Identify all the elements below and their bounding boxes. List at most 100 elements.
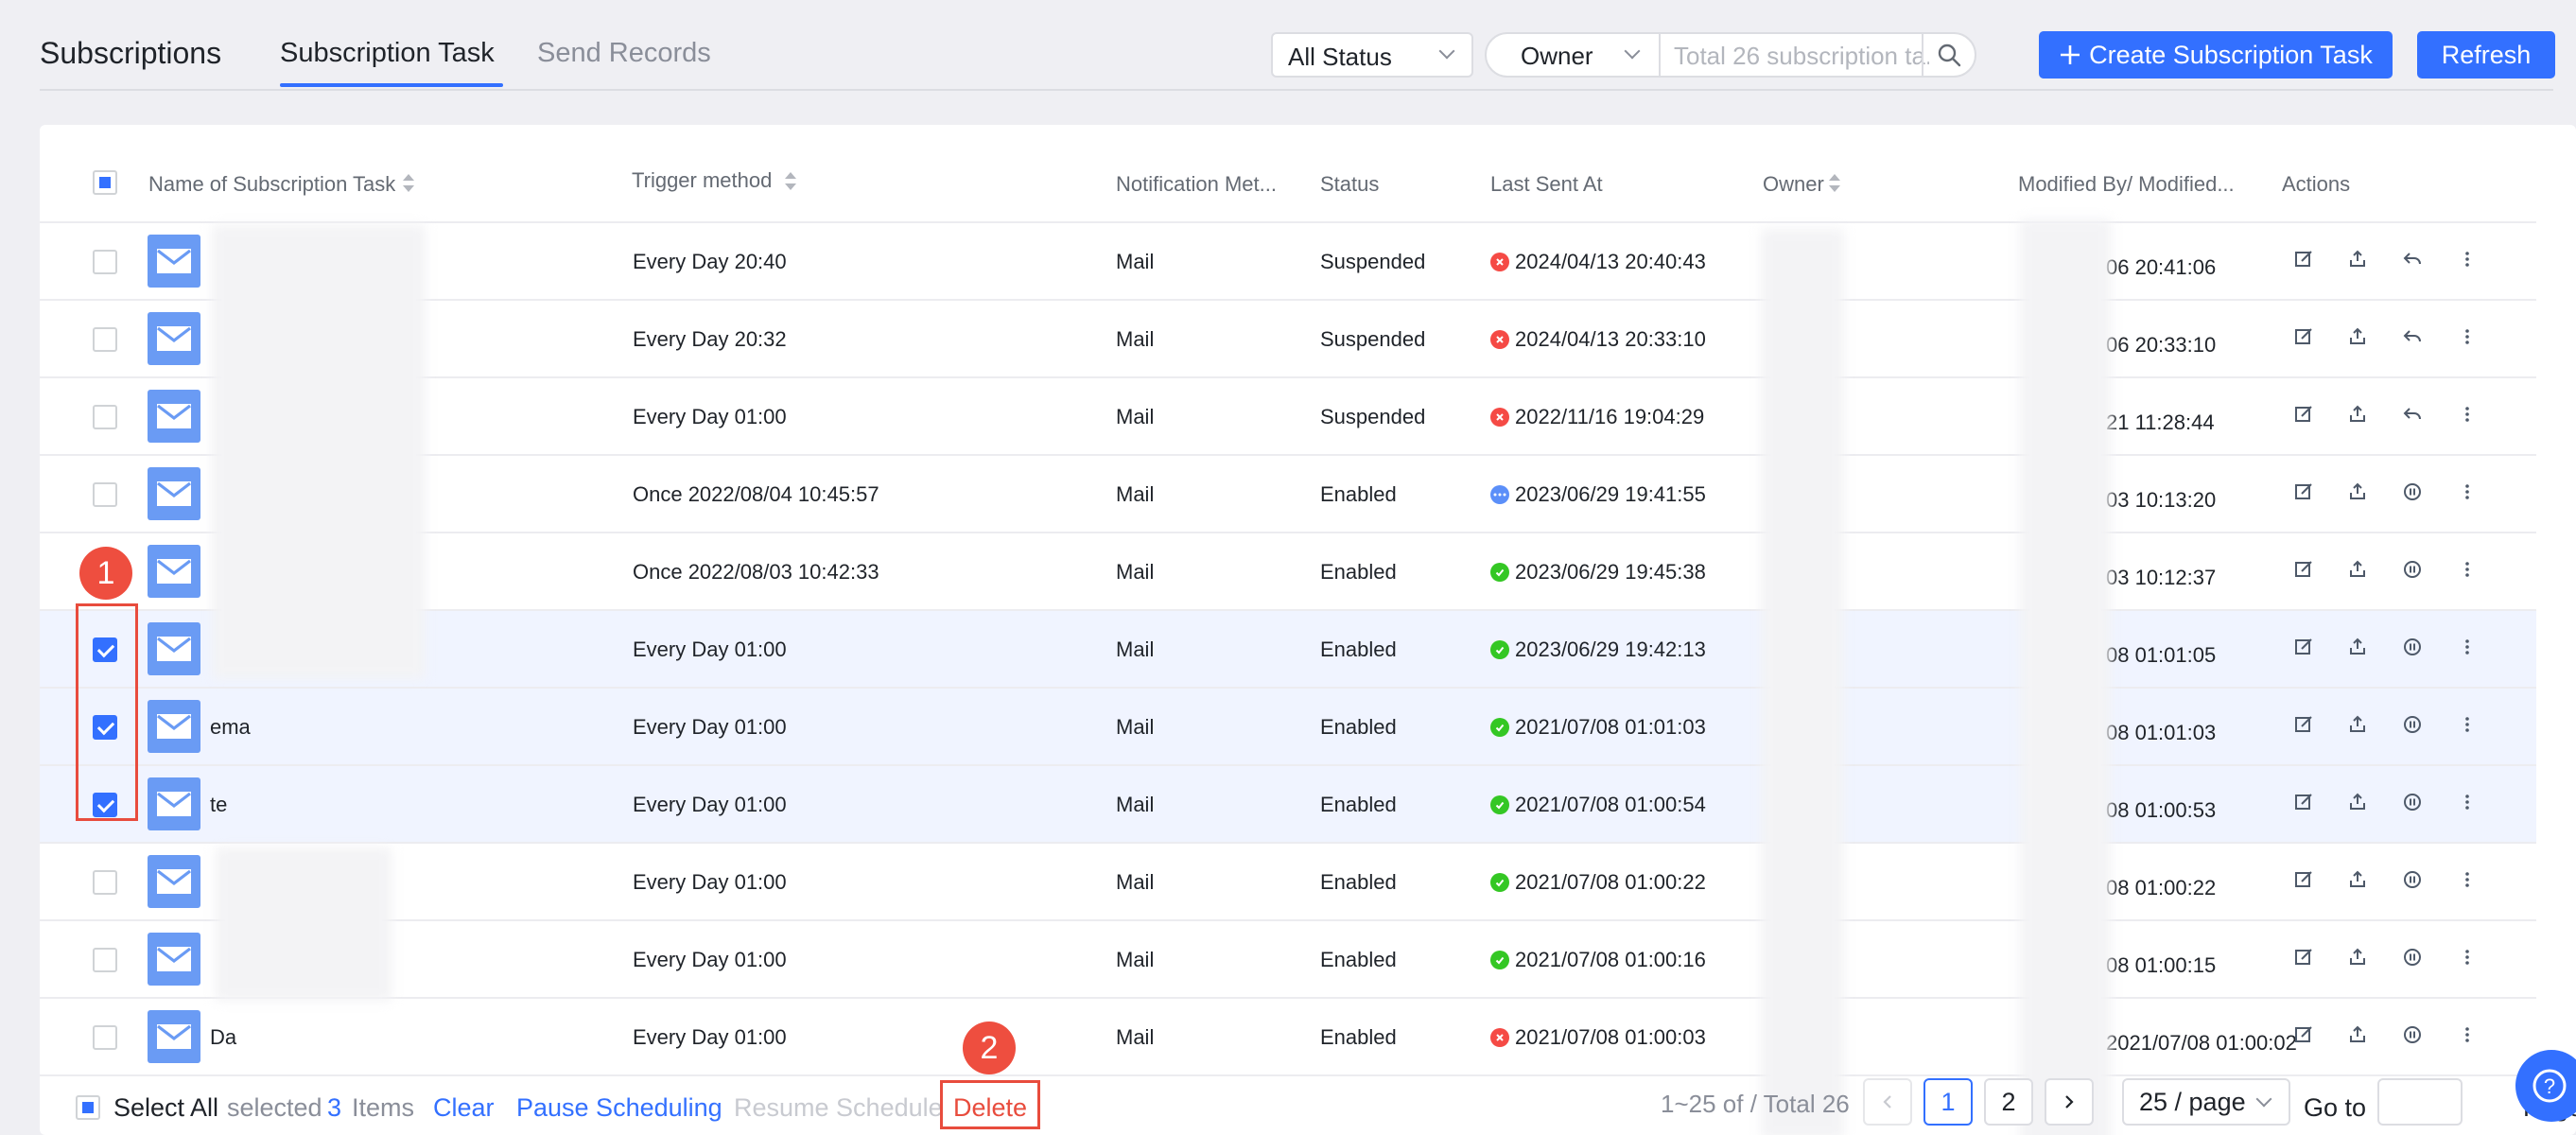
more-icon[interactable]	[2454, 246, 2480, 272]
send-now-icon[interactable]	[2344, 323, 2371, 350]
annotation-marker-2: 2	[963, 1022, 1016, 1074]
last-sent-time: 2023/06/29 19:45:38	[1515, 560, 1706, 584]
pause-scheduling-link[interactable]: Pause Scheduling	[516, 1093, 722, 1123]
table-row[interactable]: te Every Day 01:00 Mail Enabled 2021/07/08 0…	[40, 766, 2536, 844]
edit-icon[interactable]	[2290, 944, 2317, 970]
more-icon[interactable]	[2454, 944, 2480, 970]
reply-icon[interactable]	[2399, 323, 2426, 350]
pause-icon[interactable]	[2399, 556, 2426, 583]
send-now-icon[interactable]	[2344, 246, 2371, 272]
pause-icon[interactable]	[2399, 634, 2426, 660]
refresh-button[interactable]: Refresh	[2417, 31, 2555, 79]
table-header: Name of Subscription Task Trigger method…	[40, 144, 2536, 223]
sort-icon[interactable]	[1829, 174, 1840, 195]
row-checkbox[interactable]	[93, 327, 117, 352]
pause-icon[interactable]	[2399, 789, 2426, 815]
reply-icon[interactable]	[2399, 401, 2426, 428]
edit-icon[interactable]	[2290, 246, 2317, 272]
more-icon[interactable]	[2454, 634, 2480, 660]
tab-send-records[interactable]: Send Records	[537, 38, 711, 69]
notification-method: Mail	[1116, 637, 1155, 661]
next-page-button[interactable]	[2045, 1078, 2094, 1126]
column-header-owner[interactable]: Owner	[1763, 172, 1824, 197]
success-status-icon	[1490, 951, 1509, 969]
send-now-icon[interactable]	[2344, 479, 2371, 505]
last-sent-at: 2023/06/29 19:45:38	[1490, 560, 1706, 585]
mail-icon	[148, 545, 200, 598]
status-filter-select[interactable]: All Status	[1271, 32, 1473, 78]
page-button-1[interactable]: 1	[1923, 1078, 1973, 1126]
edit-icon[interactable]	[2290, 556, 2317, 583]
row-checkbox[interactable]	[93, 948, 117, 972]
sort-icon[interactable]	[403, 174, 414, 195]
table-row[interactable]: Da Every Day 01:00 Mail Enabled 2021/07/08 0…	[40, 999, 2536, 1076]
more-icon[interactable]	[2454, 479, 2480, 505]
items-label: Items	[352, 1093, 415, 1122]
table-row[interactable]: Every Day 01:00 Mail Enabled 2021/07/08 01:…	[40, 921, 2536, 999]
more-icon[interactable]	[2454, 323, 2480, 350]
mail-icon	[148, 467, 200, 520]
reply-icon[interactable]	[2399, 246, 2426, 272]
more-icon[interactable]	[2454, 401, 2480, 428]
header-select-all-checkbox[interactable]	[93, 170, 117, 195]
row-checkbox[interactable]	[93, 870, 117, 895]
edit-icon[interactable]	[2290, 789, 2317, 815]
pause-icon[interactable]	[2399, 866, 2426, 893]
help-button[interactable]: ?	[2515, 1050, 2576, 1122]
pause-icon[interactable]	[2399, 1022, 2426, 1048]
more-icon[interactable]	[2454, 866, 2480, 893]
send-now-icon[interactable]	[2344, 634, 2371, 660]
goto-page-input[interactable]	[2377, 1078, 2463, 1126]
more-icon[interactable]	[2454, 789, 2480, 815]
send-now-icon[interactable]	[2344, 789, 2371, 815]
edit-icon[interactable]	[2290, 479, 2317, 505]
page-button-2[interactable]: 2	[1984, 1078, 2033, 1126]
more-icon[interactable]	[2454, 1022, 2480, 1048]
edit-icon[interactable]	[2290, 711, 2317, 738]
more-icon[interactable]	[2454, 556, 2480, 583]
search-input[interactable]	[1672, 34, 1931, 76]
table-row[interactable]: Every Day 01:00 Mail Enabled 2021/07/08 01:…	[40, 844, 2536, 921]
last-sent-time: 2021/07/08 01:01:03	[1515, 715, 1706, 739]
row-checkbox[interactable]	[93, 250, 117, 274]
edit-icon[interactable]	[2290, 634, 2317, 660]
modified-at: 08 01:00:22	[2106, 876, 2217, 899]
more-icon[interactable]	[2454, 711, 2480, 738]
edit-icon[interactable]	[2290, 866, 2317, 893]
running-status-icon	[1490, 485, 1509, 504]
search-button[interactable]	[1922, 34, 1975, 76]
edit-icon[interactable]	[2290, 1022, 2317, 1048]
last-sent-at: 2023/06/29 19:41:55	[1490, 482, 1706, 507]
pause-icon[interactable]	[2399, 711, 2426, 738]
send-now-icon[interactable]	[2344, 944, 2371, 970]
row-checkbox[interactable]	[93, 405, 117, 429]
row-checkbox[interactable]	[93, 1025, 117, 1050]
column-header-name[interactable]: Name of Subscription Task	[148, 172, 395, 197]
send-now-icon[interactable]	[2344, 866, 2371, 893]
page-size-select[interactable]: 25 / page	[2122, 1078, 2290, 1126]
clear-selection-link[interactable]: Clear	[433, 1093, 495, 1123]
row-checkbox[interactable]	[93, 482, 117, 507]
owner-filter-select[interactable]: Owner	[1487, 34, 1661, 76]
select-all-label[interactable]: Select All	[113, 1093, 218, 1123]
task-status: Enabled	[1320, 948, 1397, 971]
tab-subscription-task[interactable]: Subscription Task	[280, 38, 495, 69]
annotation-marker-1: 1	[79, 547, 132, 600]
table-row[interactable]: ema Every Day 01:00 Mail Enabled 2021/07/08 …	[40, 689, 2536, 766]
header-divider	[40, 89, 2553, 91]
edit-icon[interactable]	[2290, 323, 2317, 350]
send-now-icon[interactable]	[2344, 1022, 2371, 1048]
column-header-trigger[interactable]: Trigger method	[632, 168, 772, 193]
pause-icon[interactable]	[2399, 944, 2426, 970]
pause-icon[interactable]	[2399, 479, 2426, 505]
task-status: Enabled	[1320, 715, 1397, 739]
edit-icon[interactable]	[2290, 401, 2317, 428]
create-subscription-task-button[interactable]: Create Subscription Task	[2039, 31, 2393, 79]
footer-select-all-checkbox[interactable]	[76, 1095, 100, 1120]
send-now-icon[interactable]	[2344, 711, 2371, 738]
last-sent-time: 2021/07/08 01:00:03	[1515, 1025, 1706, 1049]
send-now-icon[interactable]	[2344, 401, 2371, 428]
mail-icon	[148, 700, 200, 753]
sort-icon[interactable]	[785, 172, 796, 193]
send-now-icon[interactable]	[2344, 556, 2371, 583]
